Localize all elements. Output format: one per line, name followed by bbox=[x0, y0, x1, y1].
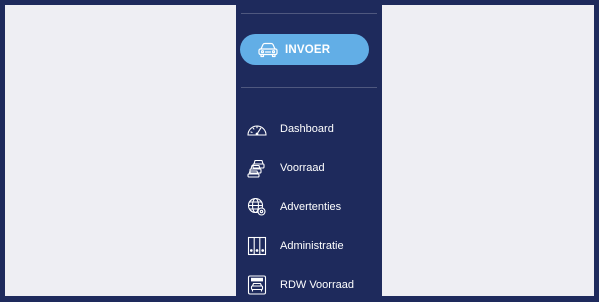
car-icon bbox=[256, 41, 280, 59]
sidebar-item-voorraad[interactable]: Voorraad bbox=[236, 148, 382, 187]
speedometer-icon bbox=[246, 118, 268, 140]
sidebar-item-label: Dashboard bbox=[280, 122, 334, 135]
sidebar-item-label: Advertenties bbox=[280, 200, 342, 213]
sidebar-item-label: Administratie bbox=[280, 239, 344, 252]
sidebar-divider-top bbox=[241, 13, 377, 14]
binders-icon bbox=[246, 235, 268, 257]
app-frame: INVOER Dashboard Voorraad Advertenties A… bbox=[0, 0, 599, 302]
sidebar-item-label: Voorraad bbox=[280, 161, 325, 174]
invoer-button-label: INVOER bbox=[285, 43, 331, 56]
sidebar-item-label: RDW Voorraad bbox=[280, 278, 354, 291]
sidebar-item-dashboard[interactable]: Dashboard bbox=[236, 109, 382, 148]
sidebar-nav: Dashboard Voorraad Advertenties Administ… bbox=[236, 109, 382, 304]
globe-gear-icon bbox=[246, 196, 268, 218]
invoer-button[interactable]: INVOER bbox=[240, 34, 369, 65]
sidebar-item-advertenties[interactable]: Advertenties bbox=[236, 187, 382, 226]
sidebar-item-rdw-voorraad[interactable]: RDW Voorraad bbox=[236, 265, 382, 304]
rdw-car-icon bbox=[246, 274, 268, 296]
cars-stack-icon bbox=[246, 157, 268, 179]
sidebar-item-administratie[interactable]: Administratie bbox=[236, 226, 382, 265]
sidebar-divider-mid bbox=[241, 87, 377, 88]
sidebar: INVOER Dashboard Voorraad Advertenties A… bbox=[236, 5, 382, 296]
